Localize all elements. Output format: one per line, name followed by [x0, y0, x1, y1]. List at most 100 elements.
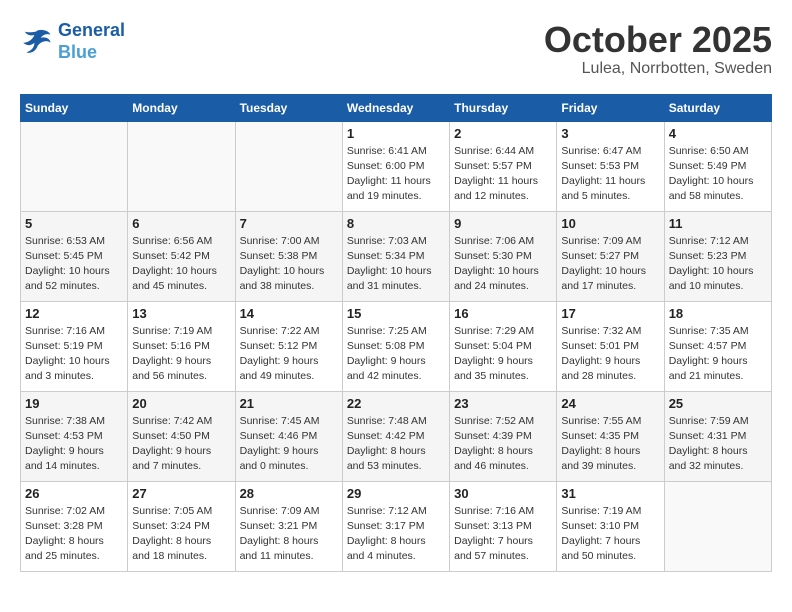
day-info: Sunrise: 6:56 AM Sunset: 5:42 PM Dayligh… [132, 234, 230, 295]
day-number: 17 [561, 306, 659, 321]
day-info: Sunrise: 7:12 AM Sunset: 3:17 PM Dayligh… [347, 504, 445, 565]
day-info: Sunrise: 7:19 AM Sunset: 5:16 PM Dayligh… [132, 324, 230, 385]
day-info: Sunrise: 7:12 AM Sunset: 5:23 PM Dayligh… [669, 234, 767, 295]
logo: General Blue [20, 20, 125, 63]
calendar-week-row: 26Sunrise: 7:02 AM Sunset: 3:28 PM Dayli… [21, 481, 772, 571]
day-info: Sunrise: 7:09 AM Sunset: 3:21 PM Dayligh… [240, 504, 338, 565]
day-number: 28 [240, 486, 338, 501]
day-number: 12 [25, 306, 123, 321]
day-info: Sunrise: 6:44 AM Sunset: 5:57 PM Dayligh… [454, 144, 552, 205]
day-number: 15 [347, 306, 445, 321]
calendar-cell: 18 Sunrise: 7:35 AM Sunset: 4:57 PM Dayli… [664, 301, 771, 391]
day-number: 7 [240, 216, 338, 231]
day-info: Sunrise: 7:45 AM Sunset: 4:46 PM Dayligh… [240, 414, 338, 475]
calendar-cell: 2 Sunrise: 6:44 AM Sunset: 5:57 PM Daylig… [450, 121, 557, 211]
day-info: Sunrise: 7:52 AM Sunset: 4:39 PM Dayligh… [454, 414, 552, 475]
day-number: 5 [25, 216, 123, 231]
calendar-cell: 19 Sunrise: 7:38 AM Sunset: 4:53 PM Dayli… [21, 391, 128, 481]
calendar-cell: 1Sunrise: 6:41 AM Sunset: 6:00 PM Daylig… [342, 121, 449, 211]
calendar-cell: 16Sunrise: 7:29 AM Sunset: 5:04 PM Dayli… [450, 301, 557, 391]
calendar-cell: 23Sunrise: 7:52 AM Sunset: 4:39 PM Dayli… [450, 391, 557, 481]
calendar-cell: 12 Sunrise: 7:16 AM Sunset: 5:19 PM Dayli… [21, 301, 128, 391]
weekday-header: Sunday [21, 94, 128, 121]
day-number: 20 [132, 396, 230, 411]
day-number: 4 [669, 126, 767, 141]
calendar-cell: 26Sunrise: 7:02 AM Sunset: 3:28 PM Dayli… [21, 481, 128, 571]
day-number: 22 [347, 396, 445, 411]
calendar-body: 1Sunrise: 6:41 AM Sunset: 6:00 PM Daylig… [21, 121, 772, 571]
day-info: Sunrise: 7:42 AM Sunset: 4:50 PM Dayligh… [132, 414, 230, 475]
calendar-cell: 10 Sunrise: 7:09 AM Sunset: 5:27 PM Dayli… [557, 211, 664, 301]
logo-icon [20, 28, 52, 56]
weekday-header: Tuesday [235, 94, 342, 121]
day-number: 21 [240, 396, 338, 411]
calendar-cell: 9Sunrise: 7:06 AM Sunset: 5:30 PM Daylig… [450, 211, 557, 301]
weekday-header: Monday [128, 94, 235, 121]
day-info: Sunrise: 7:02 AM Sunset: 3:28 PM Dayligh… [25, 504, 123, 565]
day-info: Sunrise: 7:19 AM Sunset: 3:10 PM Dayligh… [561, 504, 659, 565]
weekday-header: Thursday [450, 94, 557, 121]
calendar-cell: 17 Sunrise: 7:32 AM Sunset: 5:01 PM Dayli… [557, 301, 664, 391]
day-info: Sunrise: 7:25 AM Sunset: 5:08 PM Dayligh… [347, 324, 445, 385]
calendar-cell: 31Sunrise: 7:19 AM Sunset: 3:10 PM Dayli… [557, 481, 664, 571]
day-number: 2 [454, 126, 552, 141]
calendar-cell: 13Sunrise: 7:19 AM Sunset: 5:16 PM Dayli… [128, 301, 235, 391]
day-info: Sunrise: 6:50 AM Sunset: 5:49 PM Dayligh… [669, 144, 767, 205]
page-header: General Blue October 2025 Lulea, Norrbot… [20, 20, 772, 78]
title-block: October 2025 Lulea, Norrbotten, Sweden [544, 20, 772, 78]
day-number: 16 [454, 306, 552, 321]
day-number: 18 [669, 306, 767, 321]
calendar-header: SundayMondayTuesdayWednesdayThursdayFrid… [21, 94, 772, 121]
day-number: 10 [561, 216, 659, 231]
weekday-row: SundayMondayTuesdayWednesdayThursdayFrid… [21, 94, 772, 121]
logo-text: General Blue [58, 20, 125, 63]
calendar-table: SundayMondayTuesdayWednesdayThursdayFrid… [20, 94, 772, 572]
day-info: Sunrise: 7:16 AM Sunset: 5:19 PM Dayligh… [25, 324, 123, 385]
day-info: Sunrise: 7:05 AM Sunset: 3:24 PM Dayligh… [132, 504, 230, 565]
calendar-cell: 28 Sunrise: 7:09 AM Sunset: 3:21 PM Dayli… [235, 481, 342, 571]
day-info: Sunrise: 7:32 AM Sunset: 5:01 PM Dayligh… [561, 324, 659, 385]
month-title: October 2025 [544, 20, 772, 60]
day-number: 24 [561, 396, 659, 411]
calendar-week-row: 19 Sunrise: 7:38 AM Sunset: 4:53 PM Dayli… [21, 391, 772, 481]
day-number: 29 [347, 486, 445, 501]
day-info: Sunrise: 6:47 AM Sunset: 5:53 PM Dayligh… [561, 144, 659, 205]
calendar-week-row: 12 Sunrise: 7:16 AM Sunset: 5:19 PM Dayli… [21, 301, 772, 391]
calendar-cell: 14Sunrise: 7:22 AM Sunset: 5:12 PM Dayli… [235, 301, 342, 391]
calendar-cell: 20 Sunrise: 7:42 AM Sunset: 4:50 PM Dayli… [128, 391, 235, 481]
day-info: Sunrise: 7:55 AM Sunset: 4:35 PM Dayligh… [561, 414, 659, 475]
calendar-cell [664, 481, 771, 571]
day-info: Sunrise: 7:16 AM Sunset: 3:13 PM Dayligh… [454, 504, 552, 565]
day-info: Sunrise: 7:09 AM Sunset: 5:27 PM Dayligh… [561, 234, 659, 295]
calendar-cell: 25Sunrise: 7:59 AM Sunset: 4:31 PM Dayli… [664, 391, 771, 481]
calendar-week-row: 1Sunrise: 6:41 AM Sunset: 6:00 PM Daylig… [21, 121, 772, 211]
calendar-cell [235, 121, 342, 211]
weekday-header: Wednesday [342, 94, 449, 121]
calendar-cell: 30Sunrise: 7:16 AM Sunset: 3:13 PM Dayli… [450, 481, 557, 571]
location-title: Lulea, Norrbotten, Sweden [544, 60, 772, 78]
calendar-cell: 27 Sunrise: 7:05 AM Sunset: 3:24 PM Dayli… [128, 481, 235, 571]
day-info: Sunrise: 7:03 AM Sunset: 5:34 PM Dayligh… [347, 234, 445, 295]
weekday-header: Saturday [664, 94, 771, 121]
day-number: 6 [132, 216, 230, 231]
day-number: 8 [347, 216, 445, 231]
day-number: 27 [132, 486, 230, 501]
day-info: Sunrise: 7:38 AM Sunset: 4:53 PM Dayligh… [25, 414, 123, 475]
day-number: 19 [25, 396, 123, 411]
day-info: Sunrise: 7:35 AM Sunset: 4:57 PM Dayligh… [669, 324, 767, 385]
day-info: Sunrise: 7:59 AM Sunset: 4:31 PM Dayligh… [669, 414, 767, 475]
calendar-cell [21, 121, 128, 211]
calendar-cell [128, 121, 235, 211]
day-info: Sunrise: 6:53 AM Sunset: 5:45 PM Dayligh… [25, 234, 123, 295]
day-number: 11 [669, 216, 767, 231]
weekday-header: Friday [557, 94, 664, 121]
day-info: Sunrise: 7:48 AM Sunset: 4:42 PM Dayligh… [347, 414, 445, 475]
calendar-cell: 29 Sunrise: 7:12 AM Sunset: 3:17 PM Dayli… [342, 481, 449, 571]
calendar-cell: 24 Sunrise: 7:55 AM Sunset: 4:35 PM Dayli… [557, 391, 664, 481]
calendar-cell: 5 Sunrise: 6:53 AM Sunset: 5:45 PM Daylig… [21, 211, 128, 301]
calendar-cell: 21 Sunrise: 7:45 AM Sunset: 4:46 PM Dayli… [235, 391, 342, 481]
calendar-cell: 11 Sunrise: 7:12 AM Sunset: 5:23 PM Dayli… [664, 211, 771, 301]
day-number: 9 [454, 216, 552, 231]
calendar-week-row: 5 Sunrise: 6:53 AM Sunset: 5:45 PM Daylig… [21, 211, 772, 301]
calendar-cell: 4 Sunrise: 6:50 AM Sunset: 5:49 PM Daylig… [664, 121, 771, 211]
